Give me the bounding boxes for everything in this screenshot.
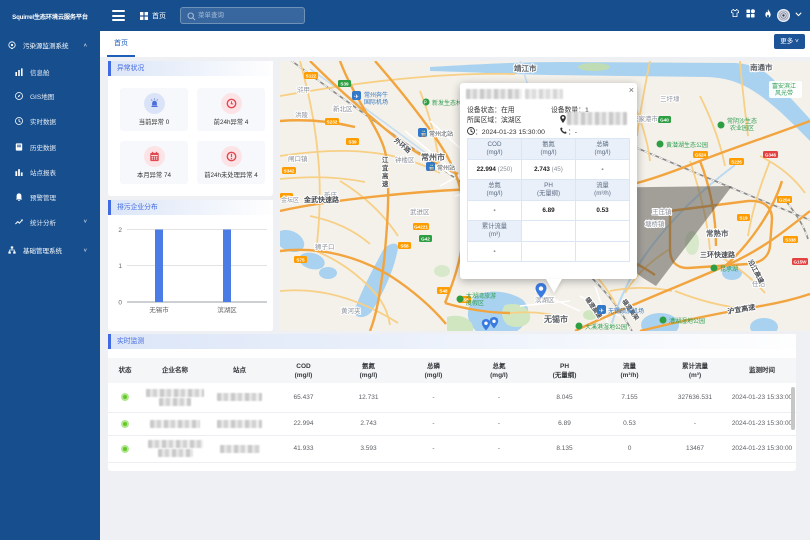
svg-text:G204: G204 (779, 197, 791, 202)
svg-text:狮子口: 狮子口 (315, 243, 335, 251)
svg-text:G15W: G15W (793, 259, 807, 264)
svg-text:🚆: 🚆 (420, 130, 427, 138)
svg-text:常州奔牛: 常州奔牛 (364, 91, 388, 99)
svg-text:新发生态林: 新发生态林 (432, 99, 462, 107)
svg-text:G42: G42 (421, 236, 430, 241)
svg-text:南通市: 南通市 (750, 62, 773, 72)
svg-text:🚆: 🚆 (428, 164, 435, 172)
svg-text:1: 1 (118, 263, 122, 270)
svg-text:常州北站: 常州北站 (429, 130, 453, 138)
svg-text:漕湖湿地公园: 漕湖湿地公园 (669, 317, 705, 325)
svg-text:靖江市: 靖江市 (514, 63, 537, 73)
svg-text:✈: ✈ (599, 308, 604, 315)
svg-text:黄潜湖生态公园: 黄潜湖生态公园 (666, 141, 708, 149)
svg-text:S75: S75 (296, 257, 305, 262)
svg-text:无锡市: 无锡市 (543, 314, 568, 324)
svg-text:0: 0 (118, 300, 122, 307)
svg-text:新北区: 新北区 (333, 104, 353, 113)
svg-text:S226: S226 (731, 159, 742, 164)
svg-text:江: 江 (382, 155, 389, 164)
svg-text:国际机场: 国际机场 (364, 98, 388, 106)
svg-text:武进区: 武进区 (410, 207, 430, 216)
svg-text:S342: S342 (284, 168, 295, 173)
svg-text:无锡市: 无锡市 (149, 305, 169, 314)
svg-text:昆承湖: 昆承湖 (720, 265, 738, 273)
svg-text:滨湖区: 滨湖区 (535, 295, 555, 304)
svg-text:S39: S39 (348, 139, 357, 144)
svg-text:黄河夹: 黄河夹 (341, 306, 361, 315)
svg-text:农业园区: 农业园区 (730, 124, 754, 132)
svg-text:速: 速 (382, 179, 389, 188)
svg-text:S338: S338 (785, 237, 796, 242)
svg-text:三环快速路: 三环快速路 (700, 250, 736, 259)
svg-text:高: 高 (382, 171, 389, 180)
svg-text:G524: G524 (695, 152, 707, 157)
svg-text:太湖湾旅游: 太湖湾旅游 (466, 292, 496, 300)
svg-text:金武快速路: 金武快速路 (303, 195, 340, 204)
svg-text:无锡硕放机场: 无锡硕放机场 (608, 307, 644, 315)
svg-text:常州市: 常州市 (421, 152, 445, 162)
svg-text:S39: S39 (340, 81, 349, 86)
svg-text:洪陵: 洪陵 (295, 110, 309, 119)
svg-text:金坛区: 金坛区 (281, 196, 299, 204)
svg-text:常州站: 常州站 (437, 164, 455, 172)
svg-text:富安滨江: 富安滨江 (772, 82, 796, 90)
svg-text:S48: S48 (439, 288, 448, 293)
svg-text:✈: ✈ (354, 94, 359, 101)
svg-text:闸口镇: 闸口镇 (288, 154, 308, 163)
svg-text:度假区: 度假区 (466, 299, 484, 307)
svg-text:G346: G346 (765, 152, 777, 157)
svg-text:浒甲: 浒甲 (297, 85, 310, 94)
svg-text:S58: S58 (400, 243, 409, 248)
svg-text:钟楼区: 钟楼区 (395, 155, 415, 164)
svg-text:塘桥镇: 塘桥镇 (645, 219, 665, 228)
svg-text:滨湖区: 滨湖区 (217, 305, 237, 314)
svg-text:三圩埭: 三圩埭 (660, 94, 680, 103)
svg-text:大溪港湿地公园: 大溪港湿地公园 (585, 323, 627, 331)
svg-text:常熟市: 常熟市 (706, 228, 729, 238)
svg-text:常阴沙生态: 常阴沙生态 (727, 117, 757, 125)
svg-text:S122: S122 (306, 73, 317, 78)
svg-text:宜: 宜 (382, 163, 389, 172)
svg-text:S19: S19 (739, 215, 748, 220)
svg-text:S232: S232 (327, 119, 338, 124)
svg-text:G40: G40 (660, 117, 669, 122)
svg-text:G4221: G4221 (414, 224, 428, 229)
svg-text:风光带: 风光带 (775, 89, 793, 97)
svg-text:2: 2 (118, 227, 122, 234)
svg-text:王庄镇: 王庄镇 (652, 207, 672, 216)
